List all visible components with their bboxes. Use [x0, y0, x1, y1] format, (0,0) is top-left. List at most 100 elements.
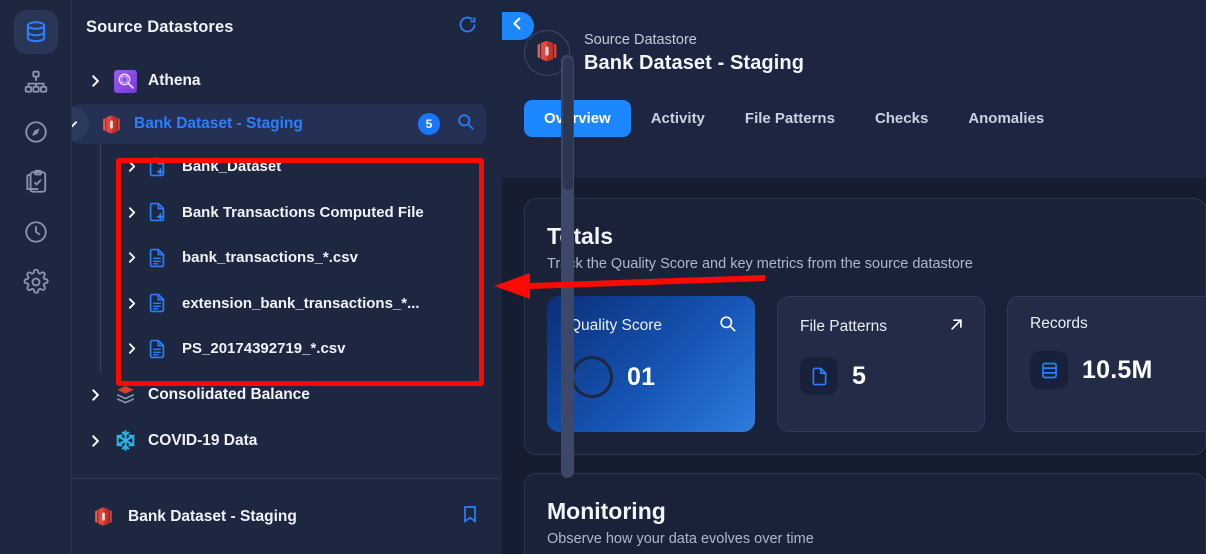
search-icon — [456, 112, 475, 136]
sidebar-scrollbar-thumb[interactable] — [563, 57, 573, 190]
database-icon — [23, 19, 49, 45]
tree-child-label: PS_20174392719_*.csv — [182, 340, 346, 358]
metric-quality-score[interactable]: Quality Score 01 — [547, 296, 755, 432]
tab-overview[interactable]: Overview — [524, 100, 631, 137]
progress-ring-icon — [571, 356, 613, 398]
chevron-right-icon[interactable] — [78, 424, 112, 458]
totals-metrics: Quality Score 01 File Patterns 5 Records… — [547, 296, 1206, 432]
refresh-icon — [457, 14, 478, 40]
tree-node-covid-19-data[interactable]: COVID-19 Data — [72, 418, 502, 464]
chevron-left-icon — [510, 16, 525, 36]
detail-body: Totals Track the Quality Score and key m… — [502, 178, 1206, 554]
metric-label: Records — [1030, 315, 1088, 332]
rail-item-explore[interactable] — [14, 110, 58, 154]
metric-label: File Patterns — [800, 318, 888, 335]
monitoring-subtitle: Observe how your data evolves over time — [547, 531, 814, 547]
file-icon — [144, 245, 170, 271]
tab-checks[interactable]: Checks — [855, 100, 948, 137]
arrow-up-right-icon — [947, 315, 966, 339]
metric-label: Quality Score — [569, 317, 663, 334]
clipboard-check-icon — [23, 169, 49, 195]
search-icon — [718, 314, 737, 338]
tree-node-label: Bank Dataset - Staging — [134, 115, 303, 132]
snowflake-icon — [112, 428, 138, 454]
chevron-right-icon[interactable] — [118, 199, 144, 225]
tree-node-label: Consolidated Balance — [148, 385, 310, 403]
redshift-icon — [534, 38, 560, 69]
detail-header: Source Datastore Bank Dataset - Staging … — [502, 0, 1206, 178]
tree-child-label: bank_transactions_*.csv — [182, 249, 358, 267]
page-title: Bank Dataset - Staging — [584, 52, 805, 74]
detail-tabs: Overview Activity File Patterns Checks A… — [524, 100, 1206, 137]
records-icon — [1030, 351, 1068, 389]
chevron-right-icon[interactable] — [118, 290, 144, 316]
file-computed-icon — [144, 199, 170, 225]
metric-body: 01 — [569, 356, 737, 398]
tree-guide-line — [100, 144, 101, 372]
tree-node-athena[interactable]: Athena — [72, 58, 502, 104]
sidebar-footer[interactable]: Bank Dataset - Staging — [72, 478, 502, 554]
tree-children: Bank_Dataset Bank Transactions Computed … — [72, 144, 502, 372]
totals-subtitle: Track the Quality Score and key metrics … — [547, 256, 973, 272]
redshift-icon — [90, 504, 116, 530]
tab-file-patterns[interactable]: File Patterns — [725, 100, 855, 137]
databricks-icon — [112, 382, 138, 408]
metric-file-patterns[interactable]: File Patterns 5 — [777, 296, 985, 432]
redshift-icon — [98, 111, 124, 137]
metric-records[interactable]: Records 10.5M — [1007, 296, 1206, 432]
tree-child-ps-csv[interactable]: PS_20174392719_*.csv — [72, 326, 502, 372]
sidebar-header: Source Datastores — [72, 0, 502, 54]
tree-child-bank-transactions-computed-file[interactable]: Bank Transactions Computed File — [72, 190, 502, 236]
datastore-text: Source Datastore Bank Dataset - Staging — [584, 30, 804, 76]
tree-child-bank-dataset[interactable]: Bank_Dataset — [72, 144, 502, 190]
datastore-identity: Source Datastore Bank Dataset - Staging — [524, 30, 1206, 76]
hierarchy-icon — [23, 69, 49, 95]
tab-anomalies[interactable]: Anomalies — [948, 100, 1064, 137]
quality-score-search-button[interactable] — [718, 314, 737, 338]
tree-child-extension-bank-transactions[interactable]: extension_bank_transactions_*... — [72, 281, 502, 327]
metric-header: File Patterns — [800, 315, 966, 339]
tree-search-button[interactable] — [452, 111, 478, 137]
file-computed-icon — [144, 154, 170, 180]
tree-node-consolidated-balance[interactable]: Consolidated Balance — [72, 372, 502, 418]
totals-title: Totals — [547, 223, 614, 249]
rail-item-checks[interactable] — [14, 160, 58, 204]
athena-icon — [112, 68, 138, 94]
metric-header: Records — [1030, 315, 1196, 333]
metric-value: 01 — [627, 362, 656, 391]
chevron-right-icon[interactable] — [118, 336, 144, 362]
refresh-button[interactable] — [450, 10, 484, 44]
collapse-sidebar-button[interactable] — [502, 12, 534, 40]
monitoring-card: Monitoring Observe how your data evolves… — [524, 473, 1206, 554]
metric-value: 10.5M — [1082, 355, 1153, 384]
left-icon-rail — [0, 0, 72, 554]
bookmark-button[interactable] — [460, 504, 480, 529]
rail-item-lineage[interactable] — [14, 60, 58, 104]
chevron-right-icon[interactable] — [78, 378, 112, 412]
chevron-right-icon[interactable] — [78, 64, 112, 98]
datastore-kicker: Source Datastore — [584, 32, 697, 48]
file-patterns-open-button[interactable] — [947, 315, 966, 339]
chevron-right-icon[interactable] — [118, 245, 144, 271]
tree-node-label: COVID-19 Data — [148, 431, 258, 449]
rail-item-settings[interactable] — [14, 260, 58, 304]
tree-node-bank-dataset-staging[interactable]: Bank Dataset - Staging 5 — [72, 104, 486, 144]
chevron-right-icon[interactable] — [118, 154, 144, 180]
rail-item-datastores[interactable] — [13, 10, 58, 54]
chevron-down-icon[interactable] — [72, 107, 89, 141]
file-icon — [144, 336, 170, 362]
rail-item-history[interactable] — [14, 210, 58, 254]
app-root: Source Datastores Athena Bank Dataset - … — [0, 0, 1206, 554]
tree-node-label: Athena — [148, 72, 201, 89]
sidebar-title: Source Datastores — [86, 17, 234, 36]
datastores-sidebar: Source Datastores Athena Bank Dataset - … — [72, 0, 574, 554]
tree-child-bank-transactions-csv[interactable]: bank_transactions_*.csv — [72, 235, 502, 281]
bookmark-icon — [460, 504, 480, 529]
clock-icon — [23, 219, 49, 245]
file-icon — [800, 357, 838, 395]
tab-activity[interactable]: Activity — [631, 100, 725, 137]
file-icon — [144, 290, 170, 316]
monitoring-title: Monitoring — [547, 498, 666, 524]
file-count-badge: 5 — [418, 113, 440, 135]
totals-card: Totals Track the Quality Score and key m… — [524, 198, 1206, 455]
